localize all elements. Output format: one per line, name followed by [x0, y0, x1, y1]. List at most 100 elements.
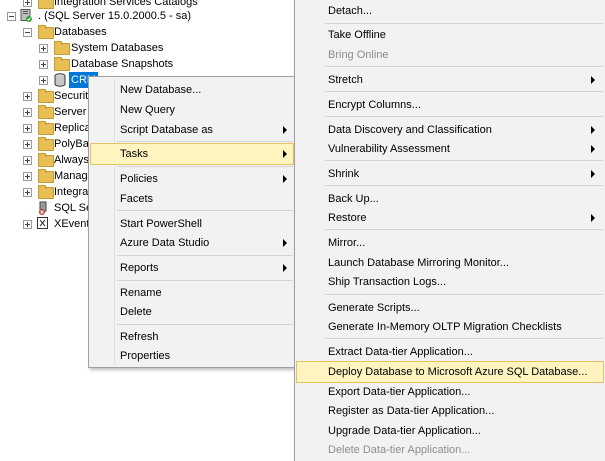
menu-separator [117, 141, 293, 142]
menu-item-data-discovery[interactable]: Data Discovery and Classification [297, 120, 603, 140]
submenu-arrow-icon [591, 170, 595, 178]
menu-item-properties[interactable]: Properties [91, 346, 293, 366]
menu-item-label: Extract Data-tier Application... [328, 346, 473, 358]
menu-item-extract-data-tier[interactable]: Extract Data-tier Application... [297, 342, 603, 362]
menu-item-detach[interactable]: Detach... [297, 1, 603, 21]
expand-icon[interactable] [23, 124, 32, 133]
collapse-icon[interactable] [7, 12, 16, 21]
expand-icon[interactable] [39, 60, 48, 69]
menu-item-label: Bring Online [328, 49, 389, 61]
menu-item-delete[interactable]: Delete [91, 302, 293, 322]
expand-icon[interactable] [23, 108, 32, 117]
menu-separator [325, 23, 603, 24]
menu-item-stretch[interactable]: Stretch [297, 70, 603, 90]
tree-node-label: Replica [54, 122, 91, 134]
menu-item-new-database[interactable]: New Database... [91, 80, 293, 100]
expand-icon[interactable] [23, 92, 32, 101]
tree-node-label: Integrat [54, 186, 92, 198]
menu-item-label: Vulnerability Assessment [328, 143, 450, 155]
menu-item-mirror[interactable]: Mirror... [297, 233, 603, 253]
menu-item-export-data-tier[interactable]: Export Data-tier Application... [297, 382, 603, 402]
tree-node-label: XEvent [54, 218, 90, 230]
expand-icon[interactable] [23, 0, 32, 7]
menu-item-oltp-migration-checklists[interactable]: Generate In-Memory OLTP Migration Checkl… [297, 317, 603, 337]
tree-node-label: . (SQL Server 15.0.2000.5 - sa) [38, 10, 192, 22]
expand-icon[interactable] [23, 140, 32, 149]
menu-item-mirroring-monitor[interactable]: Launch Database Mirroring Monitor... [297, 253, 603, 273]
folder-icon [38, 121, 54, 135]
menu-item-label: Tasks [120, 148, 149, 160]
submenu-arrow-icon [591, 145, 595, 153]
menu-item-ship-transaction-logs[interactable]: Ship Transaction Logs... [297, 272, 603, 292]
tree-node-label: Securit [54, 90, 89, 102]
expand-icon[interactable] [23, 156, 32, 165]
menu-item-register-data-tier[interactable]: Register as Data-tier Application... [297, 401, 603, 421]
folder-icon [38, 169, 54, 183]
menu-item-label: Policies [120, 173, 158, 185]
expand-icon[interactable] [23, 220, 32, 229]
database-context-menu: New Database... New Query Script Databas… [88, 76, 296, 368]
menu-item-policies[interactable]: Policies [91, 169, 293, 189]
submenu-arrow-icon [283, 126, 287, 134]
menu-item-label: Start PowerShell [120, 218, 202, 230]
menu-item-new-query[interactable]: New Query [91, 100, 293, 120]
collapse-icon[interactable] [23, 28, 32, 37]
folder-icon [38, 185, 54, 199]
submenu-arrow-icon [591, 126, 595, 134]
submenu-arrow-icon [283, 175, 287, 183]
menu-separator [325, 229, 603, 230]
menu-item-encrypt-columns[interactable]: Encrypt Columns... [297, 95, 603, 115]
submenu-arrow-icon [591, 214, 595, 222]
menu-item-label: Rename [120, 287, 162, 299]
menu-item-refresh[interactable]: Refresh [91, 327, 293, 347]
expand-icon[interactable] [23, 172, 32, 181]
menu-separator [325, 116, 603, 117]
menu-item-label: Facets [120, 193, 154, 205]
folder-icon [38, 89, 54, 103]
expand-icon[interactable] [39, 44, 48, 53]
menu-separator [117, 210, 293, 211]
menu-item-vulnerability-assessment[interactable]: Vulnerability Assessment [297, 139, 603, 159]
menu-item-upgrade-data-tier[interactable]: Upgrade Data-tier Application... [297, 421, 603, 441]
tasks-submenu: Detach... Take Offline Bring Online Stre… [294, 0, 605, 461]
menu-item-label: Back Up... [328, 193, 379, 205]
menu-item-label: Reports [120, 262, 159, 274]
menu-item-facets[interactable]: Facets [91, 189, 293, 209]
menu-separator [325, 91, 603, 92]
menu-item-label: Register as Data-tier Application... [328, 405, 495, 417]
menu-separator [325, 294, 603, 295]
folder-icon [54, 57, 70, 71]
menu-item-shrink[interactable]: Shrink [297, 164, 603, 184]
folder-icon [38, 137, 54, 151]
tree-node-label: Database Snapshots [71, 58, 174, 70]
menu-item-reports[interactable]: Reports [91, 258, 293, 278]
menu-item-take-offline[interactable]: Take Offline [297, 25, 603, 45]
menu-item-rename[interactable]: Rename [91, 283, 293, 303]
sql-agent-icon [37, 201, 51, 215]
menu-item-label: Encrypt Columns... [328, 99, 421, 111]
menu-item-generate-scripts[interactable]: Generate Scripts... [297, 298, 603, 318]
menu-item-label: Data Discovery and Classification [328, 124, 492, 136]
menu-item-start-powershell[interactable]: Start PowerShell [91, 214, 293, 234]
folder-icon [54, 41, 70, 55]
expand-icon[interactable] [39, 76, 48, 85]
menu-item-script-database-as[interactable]: Script Database as [91, 120, 293, 140]
menu-item-label: Generate In-Memory OLTP Migration Checkl… [328, 321, 562, 333]
menu-item-label: Properties [120, 350, 171, 362]
submenu-arrow-icon [283, 264, 287, 272]
menu-item-label: Refresh [120, 331, 159, 343]
menu-item-back-up[interactable]: Back Up... [297, 189, 603, 209]
menu-item-restore[interactable]: Restore [297, 208, 603, 228]
menu-item-delete-data-tier: Delete Data-tier Application... [297, 440, 603, 460]
menu-item-deploy-to-azure-sql[interactable]: Deploy Database to Microsoft Azure SQL D… [296, 361, 604, 383]
menu-item-label: Export Data-tier Application... [328, 386, 471, 398]
menu-item-label: Mirror... [328, 237, 366, 249]
menu-item-label: Azure Data Studio [120, 237, 210, 249]
menu-item-tasks[interactable]: Tasks [90, 143, 294, 165]
expand-icon[interactable] [23, 188, 32, 197]
menu-item-azure-data-studio[interactable]: Azure Data Studio [91, 233, 293, 253]
folder-icon [38, 153, 54, 167]
menu-separator [325, 185, 603, 186]
folder-icon [38, 105, 54, 119]
tree-node-label: Always [54, 154, 89, 166]
